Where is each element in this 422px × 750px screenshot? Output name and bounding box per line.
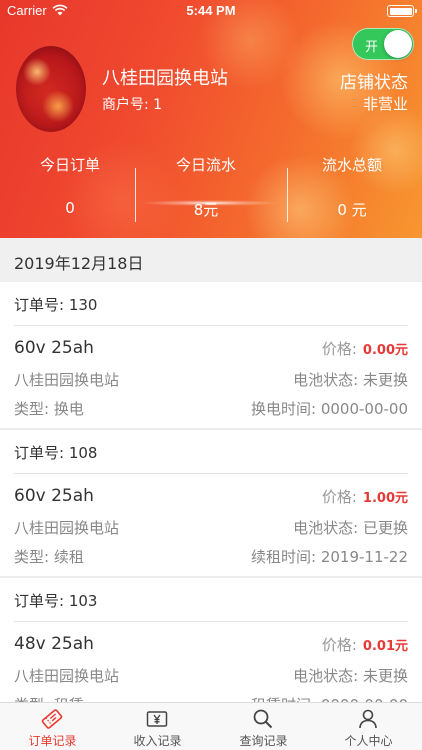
price: 价格: 0.01元: [322, 634, 408, 655]
toggle-label: 开: [365, 40, 379, 55]
tab-label: 查询记录: [239, 734, 288, 748]
price: 价格: 0.00元: [322, 338, 408, 359]
merchant-label: 商户号:: [102, 97, 149, 113]
order-card[interactable]: 订单号: 108 60v 25ah 价格: 1.00元 八桂田园换电站 电池状态:…: [0, 430, 422, 576]
price-label: 价格:: [321, 636, 357, 654]
tab-personal-center[interactable]: 个人中心: [316, 703, 421, 750]
tab-bar: 订单记录 收入记录 查询记录 个人中心: [0, 702, 422, 750]
store-avatar[interactable]: [16, 46, 86, 132]
station-name: 八桂田园换电站: [14, 371, 120, 389]
toggle-knob: [384, 30, 412, 58]
order-number: 订单号: 103: [14, 592, 98, 610]
ticket-icon: [41, 709, 63, 729]
battery-model: 60v 25ah: [14, 338, 94, 358]
yen-wallet-icon: [146, 711, 168, 727]
search-icon: [253, 709, 273, 729]
tab-order-records[interactable]: 订单记录: [0, 703, 105, 750]
order-type: 类型: 换电: [14, 400, 84, 418]
price-label: 价格:: [321, 340, 357, 358]
stat-label: 今日订单: [39, 156, 100, 174]
tab-query-records[interactable]: 查询记录: [211, 703, 316, 750]
price-value: 0.01元: [362, 639, 408, 654]
order-time: 换电时间: 0000-00-00: [251, 400, 408, 418]
tab-label: 订单记录: [28, 734, 77, 748]
status-bar: Carrier 5:44 PM: [0, 0, 422, 22]
store-status-value: 非营业: [362, 95, 408, 113]
battery-model: 60v 25ah: [14, 486, 94, 506]
stat-label: 流水总额: [321, 156, 382, 174]
stat-label: 今日流水: [175, 156, 236, 174]
order-time: 续租时间: 2019-11-22: [251, 548, 408, 566]
tab-income-records[interactable]: 收入记录: [105, 703, 210, 750]
battery-status: 电池状态: 未更换: [293, 371, 408, 389]
price-value: 1.00元: [362, 491, 408, 506]
tab-label: 收入记录: [133, 734, 182, 748]
stat-value: 0: [65, 199, 75, 217]
stat-today-revenue: 今日流水 8元: [136, 154, 276, 220]
battery-status: 电池状态: 未更换: [293, 667, 408, 685]
station-name: 八桂田园换电站: [14, 667, 120, 685]
order-type: 类型: 租赁: [14, 694, 84, 702]
order-card[interactable]: 订单号: 103 48v 25ah 价格: 0.01元 八桂田园换电站 电池状态:…: [0, 578, 422, 702]
order-list[interactable]: 订单号: 130 60v 25ah 价格: 0.00元 八桂田园换电站 电池状态:…: [0, 282, 422, 702]
order-card[interactable]: 订单号: 130 60v 25ah 价格: 0.00元 八桂田园换电站 电池状态:…: [0, 282, 422, 428]
store-header: Carrier 5:44 PM 八桂田园换电站 商户号: 1 开 店铺状态 非营…: [0, 0, 422, 238]
price-label: 价格:: [321, 488, 357, 506]
shop-name: 八桂田园换电站: [102, 68, 228, 89]
merchant-number: 商户号: 1: [102, 94, 162, 114]
stat-value: 8元: [193, 201, 219, 219]
stat-total-revenue: 流水总额 0 元: [282, 154, 422, 220]
divider: [14, 621, 408, 622]
merchant-value: 1: [153, 97, 163, 113]
stat-value: 0 元: [337, 201, 367, 219]
stat-today-orders: 今日订单 0: [0, 154, 140, 217]
date-section-header: 2019年12月18日: [0, 238, 422, 282]
divider: [14, 325, 408, 326]
price-value: 0.00元: [362, 343, 408, 358]
battery-status: 电池状态: 已更换: [293, 519, 408, 537]
station-name: 八桂田园换电站: [14, 519, 120, 537]
store-status-toggle[interactable]: 开: [352, 28, 414, 60]
date-label: 2019年12月18日: [14, 254, 144, 273]
order-number: 订单号: 108: [14, 444, 98, 462]
user-icon: [359, 709, 377, 729]
battery-model: 48v 25ah: [14, 634, 94, 654]
order-time: 租赁时间: 0000-00-00: [251, 694, 408, 702]
price: 价格: 1.00元: [322, 486, 408, 507]
divider: [14, 473, 408, 474]
order-number: 订单号: 130: [14, 296, 98, 314]
battery-icon: [387, 5, 417, 17]
store-status-label: 店铺状态: [340, 73, 408, 93]
order-type: 类型: 续租: [14, 548, 84, 566]
tab-label: 个人中心: [344, 734, 393, 748]
clock: 5:44 PM: [186, 3, 236, 18]
